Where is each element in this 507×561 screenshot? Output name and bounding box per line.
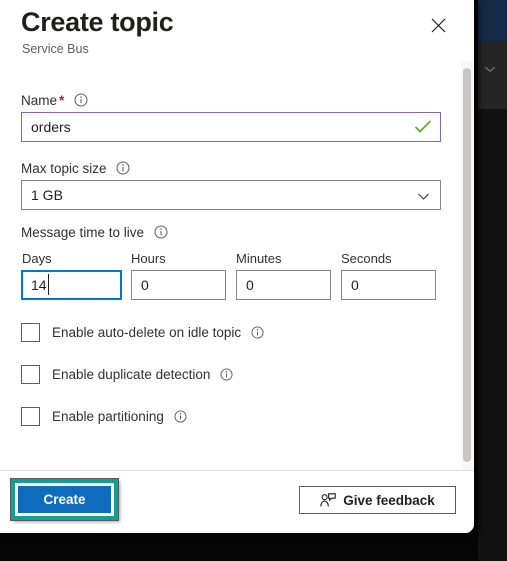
- checkbox-auto-delete[interactable]: [21, 323, 40, 342]
- ttl-days-input[interactable]: [21, 270, 122, 300]
- background-command-strip: [478, 41, 507, 109]
- info-icon[interactable]: [220, 367, 233, 386]
- ttl-hours-input[interactable]: [131, 270, 226, 300]
- name-label: Name *: [21, 93, 88, 110]
- checkbox-duplicate-detection-text: Enable duplicate detection: [52, 367, 211, 382]
- max-topic-size-label-text: Max topic size: [21, 161, 107, 176]
- message-ttl-label: Message time to live: [21, 225, 168, 242]
- create-topic-panel: Create topic Service Bus Name * orders M…: [0, 0, 474, 533]
- message-ttl-label-text: Message time to live: [21, 225, 145, 240]
- background-page: [478, 109, 507, 561]
- info-icon[interactable]: [116, 161, 130, 178]
- chevron-down-icon: [484, 66, 496, 73]
- chevron-down-icon: [418, 193, 429, 200]
- panel-header: Create topic Service Bus: [0, 0, 474, 62]
- max-topic-size-label: Max topic size: [21, 161, 130, 178]
- info-icon[interactable]: [74, 93, 88, 110]
- person-feedback-icon: [320, 492, 336, 506]
- checkmark-icon: [414, 120, 432, 133]
- checkbox-duplicate-detection[interactable]: [21, 365, 40, 384]
- give-feedback-button[interactable]: Give feedback: [299, 486, 456, 514]
- checkbox-partitioning[interactable]: [21, 407, 40, 426]
- close-icon: [431, 18, 445, 32]
- page-title: Create topic: [21, 7, 174, 37]
- name-input[interactable]: [21, 112, 441, 142]
- ttl-minutes-input[interactable]: [236, 270, 331, 300]
- checkbox-auto-delete-text: Enable auto-delete on idle topic: [52, 325, 242, 340]
- give-feedback-label: Give feedback: [343, 492, 435, 508]
- text-cursor: [48, 274, 49, 295]
- max-topic-size-select[interactable]: 1 GB: [21, 180, 441, 210]
- checkbox-partitioning-text: Enable partitioning: [52, 409, 164, 424]
- checkbox-partitioning-label[interactable]: Enable partitioning: [52, 407, 187, 428]
- close-button[interactable]: [421, 9, 455, 41]
- checkbox-duplicate-detection-label[interactable]: Enable duplicate detection: [52, 365, 233, 386]
- info-icon[interactable]: [174, 409, 187, 428]
- name-label-text: Name: [21, 93, 58, 108]
- checkbox-auto-delete-label[interactable]: Enable auto-delete on idle topic: [52, 323, 264, 344]
- background-top-bar: [478, 0, 507, 41]
- info-icon[interactable]: [154, 225, 168, 242]
- create-button[interactable]: Create: [18, 486, 111, 513]
- ttl-seconds-input[interactable]: [341, 270, 436, 300]
- scrollbar-thumb[interactable]: [463, 68, 471, 462]
- info-icon[interactable]: [251, 325, 264, 344]
- ttl-minutes-label: Minutes: [236, 251, 282, 266]
- max-topic-size-value: 1 GB: [31, 187, 63, 203]
- ttl-days-label: Days: [22, 251, 52, 266]
- page-subtitle: Service Bus: [22, 42, 89, 56]
- ttl-seconds-label: Seconds: [341, 251, 392, 266]
- required-marker: *: [59, 93, 65, 108]
- ttl-hours-label: Hours: [131, 251, 166, 266]
- screen: Create topic Service Bus Name * orders M…: [0, 0, 507, 561]
